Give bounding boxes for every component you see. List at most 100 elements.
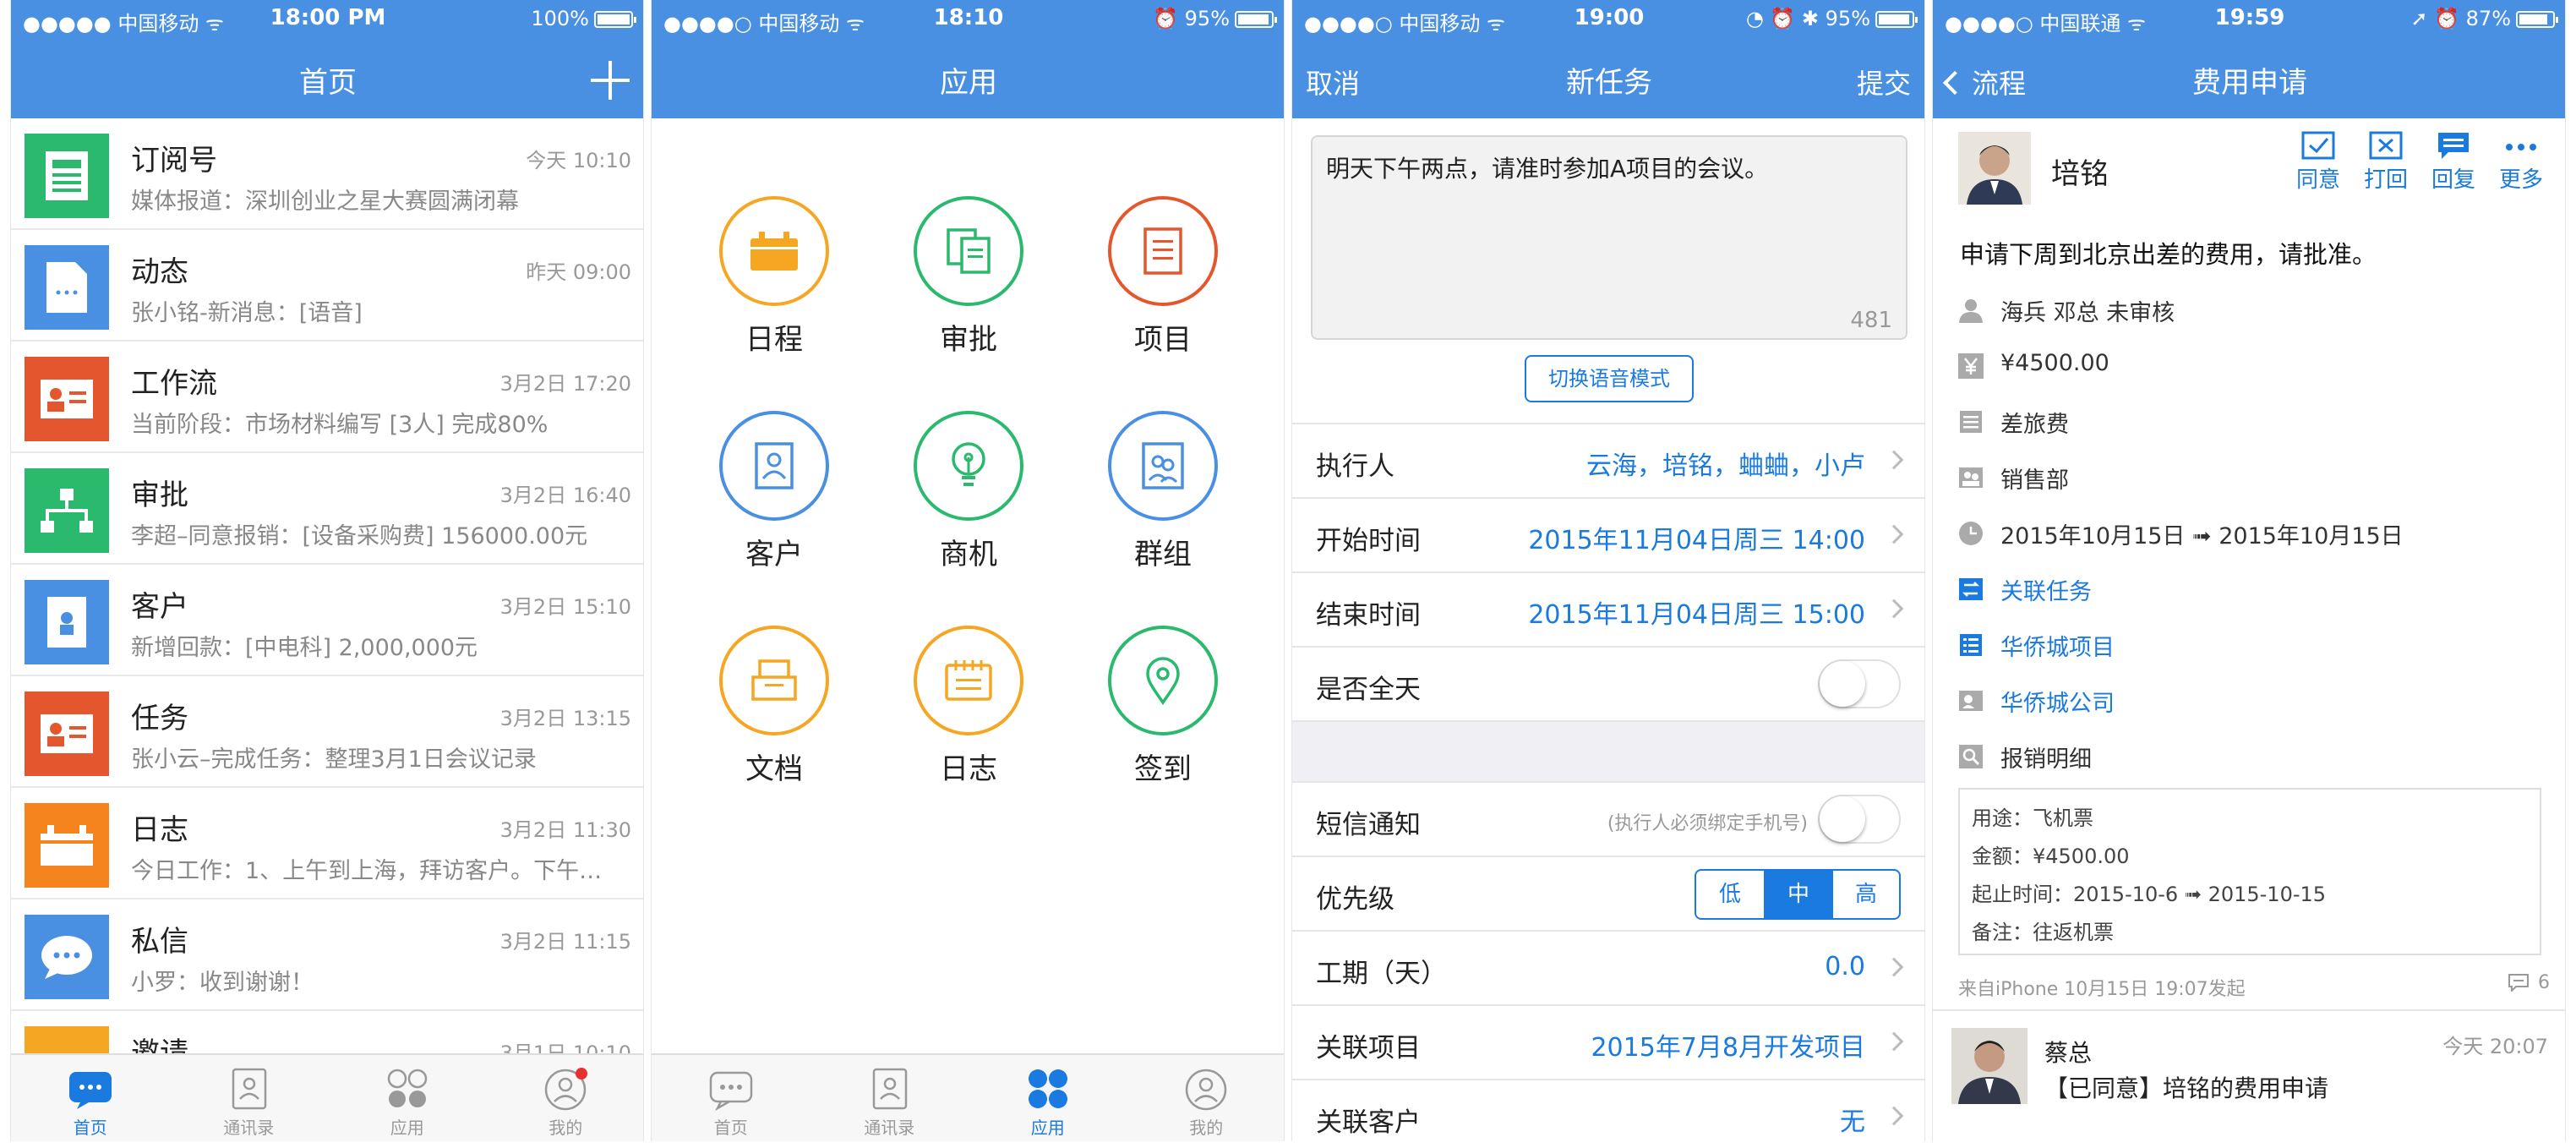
reply-button[interactable]: 回复 xyxy=(2420,130,2487,194)
location-icon xyxy=(1108,626,1218,735)
chevron-right-icon xyxy=(1884,957,1904,977)
info-row[interactable]: 报销明细 xyxy=(1958,734,2550,790)
tab-contacts[interactable]: 通讯录 xyxy=(170,1055,329,1141)
app-label: 日程 xyxy=(745,323,803,357)
app-approval[interactable]: 审批 xyxy=(884,196,1053,358)
list-item[interactable]: 订阅号 媒体报道：深圳创业之星大赛圆满闭幕 今天 10:10 xyxy=(11,118,643,230)
app-checkin[interactable]: 签到 xyxy=(1078,626,1247,787)
reply-item[interactable]: 蔡总 【已同意】培铭的费用申请 今天 20:07 xyxy=(1933,1023,2565,1116)
priority-high[interactable]: 高 xyxy=(1831,871,1899,918)
info-row[interactable]: 华侨城项目 xyxy=(1958,622,2550,678)
approve-button[interactable]: 同意 xyxy=(2284,130,2352,194)
contacts-icon xyxy=(226,1067,270,1111)
app-label: 文档 xyxy=(745,752,803,786)
info-row: ¥4500.00 xyxy=(1958,343,2550,399)
tab-apps[interactable]: 应用 xyxy=(328,1055,487,1141)
comment-count[interactable]: 6 xyxy=(2508,972,2550,993)
list-item[interactable]: 审批 李超–同意报销：[设备采购费] 156000.00元 3月2日 16:40 xyxy=(11,453,643,565)
department-icon xyxy=(1958,465,1984,490)
item-subtitle: 今日工作：1、上午到上海，拜访客户。下午… xyxy=(131,858,603,884)
message-list: 订阅号 媒体报道：深圳创业之星大赛圆满闭幕 今天 10:10 动态 张小铭-新消… xyxy=(11,118,643,1123)
app-label: 审批 xyxy=(940,323,997,357)
list-item[interactable]: 客户 新增回款：[中电科] 2,000,000元 3月2日 15:10 xyxy=(11,565,643,676)
tab-apps[interactable]: 应用 xyxy=(969,1055,1127,1141)
related-task-link: 关联任务 xyxy=(2000,579,2092,605)
chat-bubble-icon xyxy=(68,1067,112,1111)
related-project-link: 华侨城项目 xyxy=(2000,635,2115,661)
app-customer[interactable]: 客户 xyxy=(690,411,859,572)
info-text: 2015年10月15日 ➟ 2015年10月15日 xyxy=(2000,523,2404,549)
row-label: 执行人 xyxy=(1316,451,1394,482)
item-title: 私信 xyxy=(131,925,188,959)
add-icon[interactable] xyxy=(591,61,630,100)
battery-icon xyxy=(1235,11,1277,28)
item-date: 今天 10:10 xyxy=(526,149,631,172)
app-opportunity[interactable]: 商机 xyxy=(884,411,1053,572)
tab-home[interactable]: 首页 xyxy=(652,1055,810,1141)
page-title: 新任务 xyxy=(1566,66,1652,100)
assignee-row[interactable]: 执行人 云海，培铭，蛐蛐，小卢 xyxy=(1292,423,1924,497)
tab-me[interactable]: 我的 xyxy=(1127,1055,1285,1141)
expense-detail-box: 用途：飞机票 金额：¥4500.00 起止时间：2015-10-6 ➟ 2015… xyxy=(1958,788,2541,955)
phone-expense-request: ●●●●○ 中国联通 ᯤ 19:59 ➚ ⏰ 87% 流程 费用申请 培铭 同意… xyxy=(1932,0,2566,1141)
reject-button[interactable]: 打回 xyxy=(2352,130,2420,194)
action-bar: 同意 打回 回复 更多 xyxy=(2284,130,2555,194)
item-date: 3月2日 11:15 xyxy=(499,930,631,954)
sms-toggle[interactable] xyxy=(1818,795,1901,844)
app-label: 商机 xyxy=(940,538,997,571)
list-item[interactable]: 任务 张小云–完成任务：整理3月1日会议记录 3月2日 13:15 xyxy=(11,676,643,788)
tab-label: 首页 xyxy=(713,1118,748,1138)
profile-icon xyxy=(543,1067,588,1111)
end-time-row[interactable]: 结束时间 2015年11月04日周三 15:00 xyxy=(1292,571,1924,646)
tab-label: 应用 xyxy=(390,1118,424,1138)
item-date: 3月2日 11:30 xyxy=(499,818,631,842)
toggle-knob xyxy=(1820,661,1865,707)
app-schedule[interactable]: 日程 xyxy=(690,196,859,358)
chevron-right-icon xyxy=(1884,450,1904,470)
tab-label: 应用 xyxy=(1030,1118,1065,1138)
group-icon xyxy=(1108,411,1218,521)
row-label: 关联客户 xyxy=(1316,1107,1421,1138)
voice-mode-button[interactable]: 切换语音模式 xyxy=(1525,355,1694,402)
more-button[interactable]: 更多 xyxy=(2487,130,2555,194)
all-day-toggle[interactable] xyxy=(1818,659,1901,708)
tab-contacts[interactable]: 通讯录 xyxy=(810,1055,969,1141)
priority-low[interactable]: 低 xyxy=(1696,871,1764,918)
all-day-row: 是否全天 xyxy=(1292,646,1924,720)
action-label: 同意 xyxy=(2295,167,2340,193)
related-project-row[interactable]: 关联项目 2015年7月8月开发项目 xyxy=(1292,1004,1924,1079)
status-bar: ●●●●○ 中国移动 ᯤ 19:00 ◔ ⏰ ✱ 95% xyxy=(1292,0,1924,36)
task-text-area[interactable]: 明天下午两点，请准时参加A项目的会议。 481 xyxy=(1311,135,1907,340)
app-label: 客户 xyxy=(745,538,803,571)
tab-me[interactable]: 我的 xyxy=(487,1055,644,1141)
battery-text: ➚ ⏰ 87% xyxy=(2410,7,2511,30)
detail-line: 金额：¥4500.00 xyxy=(1972,845,2130,868)
list-item[interactable]: 动态 张小铭-新消息：[语音] 昨天 09:00 xyxy=(11,230,643,342)
duration-row[interactable]: 工期（天） 0.0 xyxy=(1292,930,1924,1004)
chevron-right-icon xyxy=(1884,1106,1904,1126)
list-item[interactable]: 工作流 当前阶段：市场材料编写 [3人] 完成80% 3月2日 17:20 xyxy=(11,342,643,453)
info-row[interactable]: 华侨城公司 xyxy=(1958,678,2550,734)
start-time-row[interactable]: 开始时间 2015年11月04日周三 14:00 xyxy=(1292,497,1924,571)
tab-home[interactable]: 首页 xyxy=(11,1055,170,1141)
notebook-icon xyxy=(914,626,1023,735)
avatar[interactable] xyxy=(1958,132,2031,205)
info-row[interactable]: 关联任务 xyxy=(1958,566,2550,622)
priority-row: 优先级 低 中 高 xyxy=(1292,856,1924,930)
priority-medium[interactable]: 中 xyxy=(1764,871,1831,918)
app-log[interactable]: 日志 xyxy=(884,626,1053,787)
detail-line: 用途：飞机票 xyxy=(1972,806,2093,830)
app-project[interactable]: 项目 xyxy=(1078,196,1247,358)
app-label: 日志 xyxy=(940,752,997,786)
reject-box-icon xyxy=(2367,130,2404,161)
task-form: 执行人 云海，培铭，蛐蛐，小卢 开始时间 2015年11月04日周三 14:00… xyxy=(1292,423,1924,1141)
request-info-list: 海兵 邓总 未审核 ¥4500.00 差旅费 销售部 2015年10月15日 ➟… xyxy=(1958,287,2550,790)
related-customer-row[interactable]: 关联客户 无 xyxy=(1292,1079,1924,1141)
app-group[interactable]: 群组 xyxy=(1078,411,1247,572)
status-bar: ●●●●○ 中国联通 ᯤ 19:59 ➚ ⏰ 87% xyxy=(1933,0,2565,36)
item-title: 订阅号 xyxy=(131,144,217,178)
submit-button[interactable]: 提交 xyxy=(1857,63,1911,101)
list-item[interactable]: 日志 今日工作：1、上午到上海，拜访客户。下午… 3月2日 11:30 xyxy=(11,788,643,899)
list-item[interactable]: 私信 小罗：收到谢谢！ 3月2日 11:15 xyxy=(11,899,643,1011)
app-docs[interactable]: 文档 xyxy=(690,626,859,787)
